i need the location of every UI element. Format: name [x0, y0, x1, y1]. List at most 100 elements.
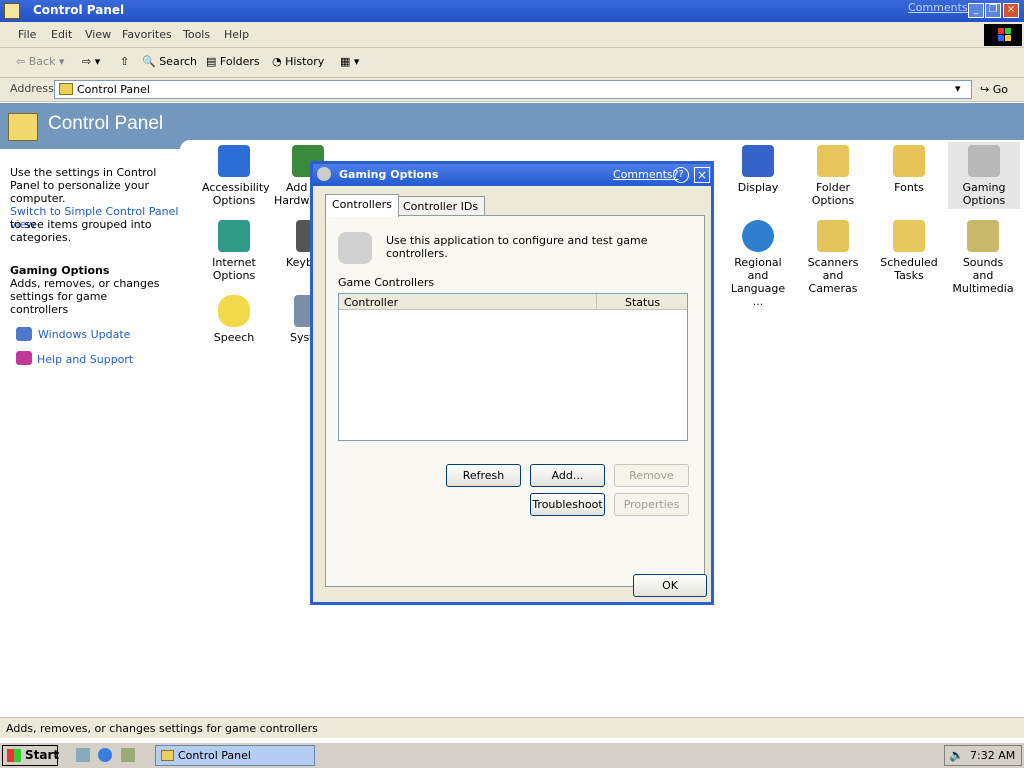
accessibility-icon: [218, 145, 250, 177]
ok-button[interactable]: OK: [633, 574, 707, 597]
column-header-status[interactable]: Status: [597, 294, 687, 310]
help-support-link[interactable]: Help and Support: [37, 353, 133, 366]
speaker-icon: [967, 220, 999, 252]
comments-link[interactable]: Comments?: [908, 1, 973, 14]
address-field[interactable]: Control Panel ▾: [54, 80, 972, 99]
accessibility-options-item[interactable]: Accessibility Options: [202, 145, 270, 207]
status-text: Adds, removes, or changes settings for g…: [6, 722, 318, 735]
windows-update-link[interactable]: Windows Update: [38, 328, 130, 341]
folder-options-item[interactable]: Folder Options: [797, 145, 869, 207]
back-arrow-icon: ⇦: [16, 55, 26, 68]
start-button[interactable]: Start: [2, 745, 59, 766]
menu-tools[interactable]: Tools: [183, 28, 210, 41]
show-desktop-icon[interactable]: [76, 748, 90, 762]
display-item[interactable]: Display: [726, 145, 790, 194]
fonts-item[interactable]: Fonts: [877, 145, 941, 194]
selected-item-title: Gaming Options: [10, 264, 110, 277]
forward-button[interactable]: ⇨ ▾: [82, 55, 100, 68]
troubleshoot-button[interactable]: Troubleshoot: [530, 493, 605, 516]
sounds-multimedia-item[interactable]: Sounds and Multimedia: [951, 220, 1015, 295]
help-button[interactable]: ?: [673, 167, 689, 183]
scanner-camera-icon: [817, 220, 849, 252]
close-button[interactable]: ×: [1003, 3, 1019, 18]
control-panel-icon: [4, 3, 20, 19]
internet-options-icon: [218, 220, 250, 252]
switch-view-text: to see items grouped into categories.: [10, 218, 152, 244]
taskbar: [0, 742, 1024, 768]
internet-options-item[interactable]: Internet Options: [202, 220, 266, 282]
system-item[interactable]: Syst: [274, 295, 314, 344]
go-button[interactable]: ↪ Go: [980, 83, 1008, 96]
minimize-button[interactable]: _: [968, 3, 984, 18]
left-panel: Use the settings in Control Panel to per…: [0, 149, 190, 709]
intro-text: Use the settings in Control Panel to per…: [10, 166, 157, 205]
selected-item-desc: Adds, removes, or changes settings for g…: [10, 277, 160, 316]
restore-button[interactable]: ❐: [985, 3, 1001, 18]
speech-item[interactable]: Speech: [202, 295, 266, 344]
up-folder-button[interactable]: ⇧: [120, 55, 129, 68]
menu-file[interactable]: File: [18, 28, 36, 41]
tab-controllers[interactable]: Controllers: [325, 194, 399, 217]
scheduled-tasks-icon: [893, 220, 925, 252]
keyboard-item[interactable]: Keyb: [274, 220, 314, 269]
history-button[interactable]: ◔ History: [272, 55, 324, 68]
game-controller-icon: [338, 232, 372, 264]
status-bar: Adds, removes, or changes settings for g…: [0, 717, 1024, 738]
controllers-tab-panel: Use this application to configure and te…: [325, 215, 705, 587]
go-arrow-icon: ↪: [980, 83, 990, 96]
add-button[interactable]: Add...: [530, 464, 605, 487]
search-button[interactable]: 🔍 Search: [142, 55, 197, 68]
menu-view[interactable]: View: [85, 28, 111, 41]
controllers-list[interactable]: Controller Status: [338, 293, 688, 441]
windows-update-icon: [16, 327, 32, 341]
menu-edit[interactable]: Edit: [51, 28, 72, 41]
page-title: Control Panel: [48, 113, 164, 134]
folders-button[interactable]: ▤ Folders: [206, 55, 260, 68]
volume-icon[interactable]: 🔈: [949, 748, 964, 762]
dialog-description: Use this application to configure and te…: [386, 234, 648, 260]
game-controller-small-icon: [317, 167, 331, 181]
internet-explorer-icon[interactable]: [98, 748, 112, 762]
add-hardware-item[interactable]: Add Hardw: [274, 145, 324, 207]
folders-icon: ▤: [206, 55, 217, 68]
menu-favorites[interactable]: Favorites: [122, 28, 172, 41]
dialog-titlebar[interactable]: Gaming Options Comments? ? ×: [313, 164, 711, 186]
folder-options-icon: [817, 145, 849, 177]
quick-launch-icon[interactable]: [121, 748, 135, 762]
dialog-title: Gaming Options: [339, 168, 439, 181]
dialog-tabs: Controllers Controller IDs Use this appl…: [325, 194, 705, 587]
scanners-cameras-item[interactable]: Scanners and Cameras: [797, 220, 869, 295]
refresh-button[interactable]: Refresh: [446, 464, 521, 487]
menu-bar: File Edit View Favorites Tools Help: [0, 22, 1024, 48]
control-panel-large-icon: [8, 113, 38, 141]
fonts-icon: [893, 145, 925, 177]
taskbar-control-panel-button[interactable]: Control Panel: [155, 745, 315, 766]
window-titlebar[interactable]: Control Panel Comments? _ ❐ ×: [0, 0, 1024, 22]
back-button[interactable]: ⇦ Back ▾: [16, 55, 64, 68]
game-controllers-label: Game Controllers: [338, 276, 435, 289]
dialog-comments-link[interactable]: Comments?: [613, 168, 678, 181]
remove-button[interactable]: Remove: [614, 464, 689, 487]
menu-help[interactable]: Help: [224, 28, 249, 41]
system-tray: 🔈 7:32 AM: [944, 745, 1022, 766]
control-panel-folder-icon: [59, 83, 73, 95]
up-folder-icon: ⇧: [120, 55, 130, 68]
windows-logo-icon: [984, 24, 1022, 46]
gaming-options-item[interactable]: Gaming Options: [948, 142, 1020, 209]
column-header-controller[interactable]: Controller: [339, 294, 597, 310]
help-support-icon: [16, 351, 32, 365]
address-value: Control Panel: [77, 83, 150, 96]
views-button[interactable]: ▦ ▾: [340, 55, 359, 68]
address-dropdown-icon[interactable]: ▾: [955, 82, 961, 95]
globe-icon: [742, 220, 774, 252]
clock[interactable]: 7:32 AM: [970, 749, 1015, 762]
regional-language-item[interactable]: Regional and Language ...: [726, 220, 790, 308]
dialog-close-button[interactable]: ×: [694, 167, 710, 183]
game-controller-icon: [968, 145, 1000, 177]
scheduled-tasks-item[interactable]: Scheduled Tasks: [877, 220, 941, 282]
properties-button[interactable]: Properties: [614, 493, 689, 516]
toolbar: ⇦ Back ▾ ⇨ ▾ ⇧ 🔍 Search ▤ Folders ◔ Hist…: [0, 48, 1024, 78]
gaming-options-dialog: Gaming Options Comments? ? × Controllers…: [310, 161, 714, 605]
search-icon: 🔍: [142, 55, 156, 68]
window-title: Control Panel: [33, 3, 125, 17]
